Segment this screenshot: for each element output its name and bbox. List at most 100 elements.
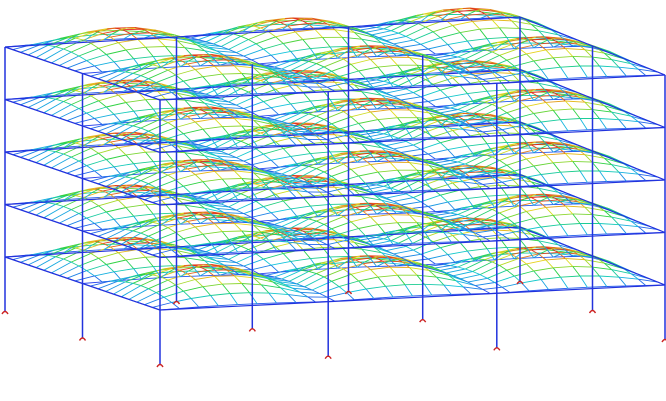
mesh-line	[183, 290, 192, 299]
mesh-line	[55, 203, 64, 207]
mesh-line	[553, 55, 573, 59]
mesh-line	[289, 113, 310, 125]
mesh-line	[240, 245, 249, 250]
mesh-line	[506, 269, 515, 277]
mesh-line	[319, 293, 328, 298]
mesh-line	[316, 273, 325, 278]
mesh-line	[214, 65, 235, 67]
mesh-line	[514, 113, 534, 120]
mesh-line	[541, 224, 561, 228]
mesh-line	[368, 183, 377, 186]
mesh-line	[222, 125, 242, 128]
mesh-line	[462, 153, 471, 156]
mesh-line	[98, 252, 119, 259]
mesh-line	[43, 258, 64, 271]
mesh-line	[224, 54, 244, 57]
mesh-line	[403, 210, 412, 213]
mesh-line	[140, 232, 149, 237]
mesh-line	[447, 254, 456, 263]
mesh-line	[286, 112, 294, 114]
mesh-line	[297, 20, 318, 23]
mesh-line	[499, 107, 508, 114]
mesh-line	[125, 102, 135, 112]
mesh-line	[579, 223, 588, 236]
mesh-line	[183, 286, 204, 292]
mesh-line	[63, 258, 72, 263]
mesh-line	[553, 108, 573, 111]
mesh-line	[271, 260, 291, 266]
mesh-line	[224, 264, 244, 267]
mesh-line	[164, 203, 174, 214]
mesh-line	[243, 213, 252, 218]
mesh-line	[91, 243, 112, 246]
mesh-line	[482, 181, 503, 185]
mesh-line	[447, 198, 468, 203]
mesh-line	[195, 170, 215, 175]
mesh-line	[233, 86, 242, 90]
mesh-line	[467, 90, 488, 95]
mesh-line	[457, 161, 466, 165]
mesh-line	[119, 187, 140, 190]
mesh-line	[377, 276, 386, 287]
mesh-line	[377, 119, 386, 130]
mesh-line	[214, 117, 235, 120]
mesh-line	[98, 42, 119, 49]
mesh-line	[190, 298, 200, 308]
mesh-line	[350, 273, 359, 282]
mesh-line	[366, 285, 386, 290]
mesh-line	[432, 235, 453, 243]
mesh-line	[553, 213, 573, 216]
mesh-line	[438, 266, 458, 272]
mesh-line	[98, 100, 107, 108]
mesh-line	[606, 180, 627, 182]
mesh-line	[194, 279, 204, 288]
mesh-line	[71, 252, 92, 263]
mesh-line	[393, 39, 414, 45]
mesh-line	[499, 237, 520, 239]
mesh-line	[132, 230, 141, 234]
mesh-line	[71, 95, 92, 106]
mesh-line	[263, 253, 284, 260]
mesh-line	[66, 217, 87, 227]
mesh-line	[545, 48, 566, 51]
mesh-line	[538, 148, 547, 156]
mesh-line	[316, 168, 325, 173]
mesh-line	[492, 19, 512, 22]
mesh-line	[152, 197, 172, 203]
mesh-line	[327, 187, 347, 193]
mesh-line	[606, 75, 627, 77]
mesh-line	[401, 201, 421, 206]
mesh-line	[90, 253, 99, 259]
mesh-line	[432, 130, 453, 138]
mesh-line	[282, 200, 292, 210]
mesh-line	[263, 43, 284, 50]
mesh-line	[479, 133, 488, 144]
mesh-line	[428, 254, 448, 260]
mesh-line	[270, 212, 280, 221]
mesh-line	[618, 276, 627, 287]
mesh-line	[94, 61, 115, 67]
mesh-line	[564, 153, 574, 162]
mesh-line	[482, 234, 503, 238]
mesh-line	[194, 121, 204, 130]
mesh-line	[241, 283, 250, 293]
fem-viewport[interactable]	[0, 0, 666, 401]
mesh-line	[286, 164, 294, 167]
mesh-line	[393, 92, 414, 97]
mesh-line	[316, 220, 325, 225]
mesh-line	[499, 184, 520, 187]
mesh-line	[479, 79, 500, 83]
mesh-line	[386, 245, 407, 252]
mesh-line	[86, 270, 95, 277]
mesh-line	[255, 200, 264, 207]
mesh-line	[567, 286, 588, 289]
mesh-line	[257, 197, 277, 200]
mesh-line	[459, 189, 468, 199]
mesh-line	[459, 242, 468, 252]
mesh-line	[214, 223, 223, 232]
mesh-line	[533, 267, 554, 272]
mesh-line	[202, 283, 223, 288]
mesh-line	[533, 57, 554, 62]
mesh-line	[370, 56, 391, 60]
mesh-line	[43, 101, 64, 114]
